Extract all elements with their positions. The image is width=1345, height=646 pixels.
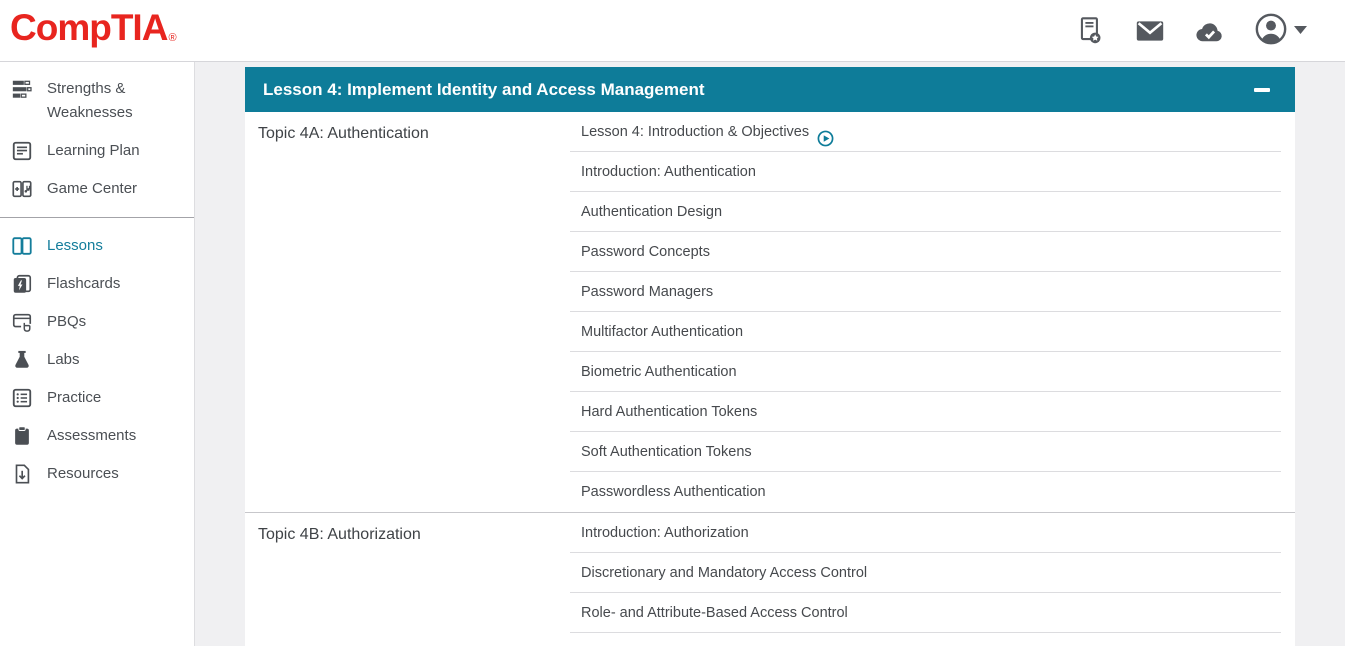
lesson-item-row[interactable]: Authentication Design	[570, 192, 1281, 232]
lesson-item-label: Biometric Authentication	[581, 352, 737, 392]
lesson-item-label: Hard Authentication Tokens	[581, 392, 757, 432]
bars-icon	[11, 78, 33, 100]
account-icon	[1254, 12, 1288, 51]
topic-items: Introduction: Authorization Discretionar…	[570, 513, 1295, 633]
sidebar-item-resources[interactable]: Resources	[0, 455, 194, 493]
sidebar-item-label: Learning Plan	[47, 139, 140, 163]
collapse-button[interactable]	[1253, 81, 1271, 99]
caret-down-icon	[1294, 22, 1307, 40]
mail-icon[interactable]	[1134, 15, 1166, 47]
sidebar-item-label: Strengths & Weaknesses	[47, 77, 169, 125]
lesson-item-row[interactable]: Password Concepts	[570, 232, 1281, 272]
lesson-item-label: Introduction: Authentication	[581, 152, 756, 192]
flashcard-bolt-icon	[11, 273, 33, 295]
registered-mark: ®	[168, 32, 176, 44]
sidebar-divider	[0, 217, 194, 218]
book-open-icon	[11, 235, 33, 257]
lesson-item-label: Introduction: Authorization	[581, 513, 749, 553]
sidebar-item-learning-plan[interactable]: Learning Plan	[0, 132, 194, 170]
topic-label: Topic 4B: Authorization	[245, 513, 570, 633]
topic-section-4a: Topic 4A: Authentication Lesson 4: Intro…	[245, 112, 1295, 513]
lesson-item-row[interactable]: Introduction: Authorization	[570, 513, 1281, 553]
topic-items: Lesson 4: Introduction & Objectives Intr…	[570, 112, 1295, 512]
lesson-item-label: Role- and Attribute-Based Access Control	[581, 593, 848, 633]
sidebar-item-label: Flashcards	[47, 272, 120, 296]
minus-icon	[1254, 88, 1270, 92]
sidebar-item-label: Resources	[47, 462, 119, 486]
lesson-item-row[interactable]: Lesson 4: Introduction & Objectives	[570, 112, 1281, 152]
lesson-item-label: Multifactor Authentication	[581, 312, 743, 352]
lesson-item-label: Password Managers	[581, 272, 713, 312]
lesson-item-label: Passwordless Authentication	[581, 472, 766, 512]
comptia-logo[interactable]: CompTIA ®	[10, 6, 177, 50]
cloud-check-icon[interactable]	[1194, 15, 1226, 47]
lesson-item-label: Soft Authentication Tokens	[581, 432, 752, 472]
download-document-icon	[11, 463, 33, 485]
lesson-item-label: Lesson 4: Introduction & Objectives	[581, 112, 809, 152]
sidebar-item-pbqs[interactable]: PBQs	[0, 303, 194, 341]
sidebar-item-assessments[interactable]: Assessments	[0, 417, 194, 455]
flask-icon	[11, 349, 33, 371]
sidebar-item-lessons[interactable]: Lessons	[0, 227, 194, 265]
sidebar-item-flashcards[interactable]: Flashcards	[0, 265, 194, 303]
lesson-item-row[interactable]: Multifactor Authentication	[570, 312, 1281, 352]
lesson-item-label: Discretionary and Mandatory Access Contr…	[581, 553, 867, 593]
browser-pointer-icon	[11, 311, 33, 333]
sidebar-item-label: Game Center	[47, 177, 137, 201]
sidebar-item-label: Practice	[47, 386, 101, 410]
lesson-item-row[interactable]: Soft Authentication Tokens	[570, 432, 1281, 472]
sidebar-item-label: Lessons	[47, 234, 103, 258]
sidebar: Strengths & Weaknesses Learning Plan	[0, 62, 195, 646]
topic-section-4b: Topic 4B: Authorization Introduction: Au…	[245, 513, 1295, 633]
top-header: CompTIA ®	[0, 0, 1345, 62]
lesson-panel: Lesson 4: Implement Identity and Access …	[245, 67, 1295, 646]
lesson-item-row[interactable]: Biometric Authentication	[570, 352, 1281, 392]
score-report-icon[interactable]	[1074, 15, 1106, 47]
lesson-item-label: Password Concepts	[581, 232, 710, 272]
header-icon-bar	[1074, 0, 1307, 62]
game-cards-icon	[11, 178, 33, 200]
lesson-item-row[interactable]: Introduction: Authentication	[570, 152, 1281, 192]
lesson-header-bar[interactable]: Lesson 4: Implement Identity and Access …	[245, 67, 1295, 112]
sidebar-item-label: Assessments	[47, 424, 136, 448]
checklist-icon	[11, 387, 33, 409]
lesson-title: Lesson 4: Implement Identity and Access …	[263, 80, 705, 99]
play-icon[interactable]	[817, 123, 834, 140]
sidebar-item-label: PBQs	[47, 310, 86, 334]
sidebar-item-game-center[interactable]: Game Center	[0, 170, 194, 208]
sidebar-item-labs[interactable]: Labs	[0, 341, 194, 379]
document-lines-icon	[11, 140, 33, 162]
sidebar-item-label: Labs	[47, 348, 80, 372]
lesson-item-label: Authentication Design	[581, 192, 722, 232]
comptia-logo-text: CompTIA	[10, 6, 167, 50]
sidebar-item-practice[interactable]: Practice	[0, 379, 194, 417]
lesson-item-row[interactable]: Passwordless Authentication	[570, 472, 1281, 512]
clipboard-icon	[11, 425, 33, 447]
app-root: CompTIA ®	[0, 0, 1345, 646]
lesson-item-row[interactable]: Password Managers	[570, 272, 1281, 312]
sidebar-item-strengths-weaknesses[interactable]: Strengths & Weaknesses	[0, 70, 194, 132]
lesson-item-row[interactable]: Discretionary and Mandatory Access Contr…	[570, 553, 1281, 593]
lesson-item-row[interactable]: Role- and Attribute-Based Access Control	[570, 593, 1281, 633]
lesson-item-row[interactable]: Hard Authentication Tokens	[570, 392, 1281, 432]
account-menu[interactable]	[1254, 12, 1307, 51]
topic-label: Topic 4A: Authentication	[245, 112, 570, 512]
